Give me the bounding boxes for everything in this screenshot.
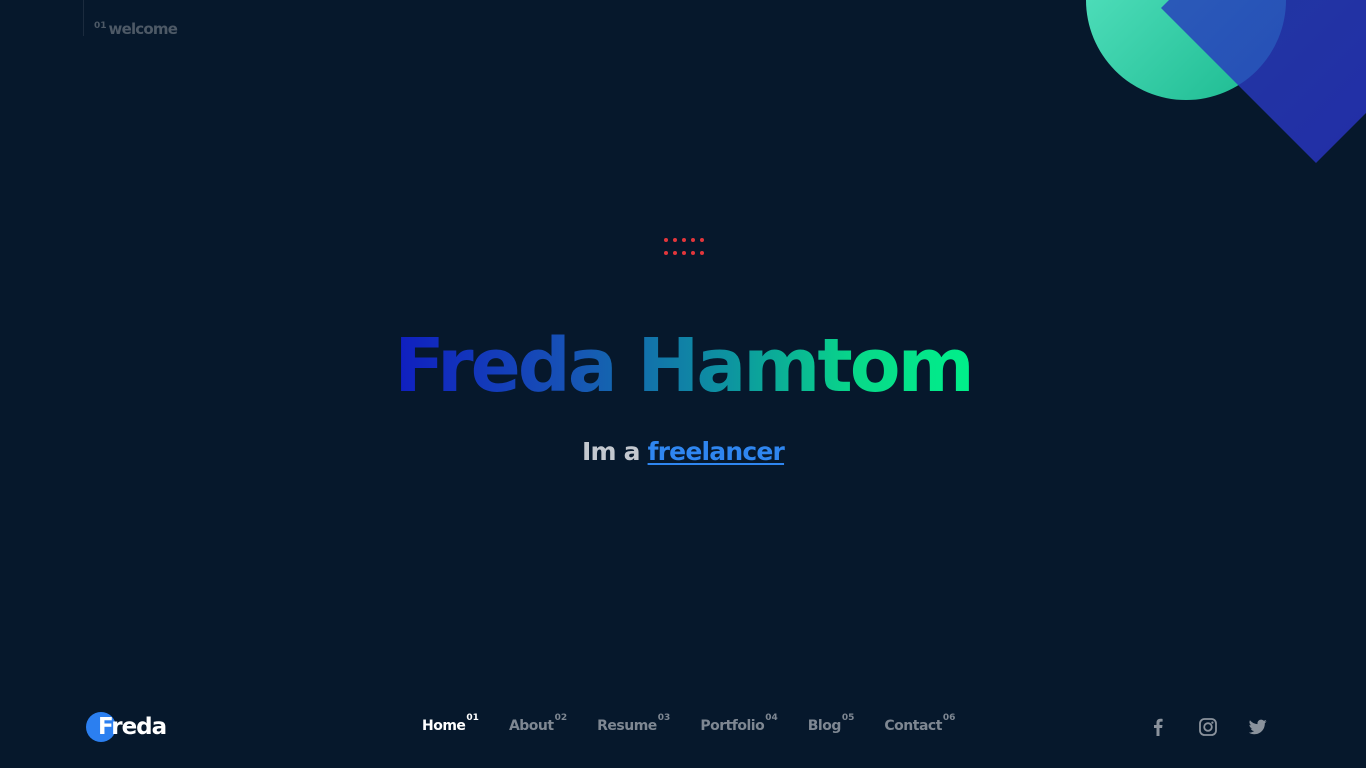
instagram-link[interactable] — [1194, 713, 1222, 741]
twitter-icon — [1249, 719, 1267, 735]
nav-item-portfolio[interactable]: Portfolio 04 — [700, 713, 778, 738]
logo-text: Freda — [98, 714, 167, 740]
hero-name: Freda Hamtom — [0, 320, 1366, 412]
nav-label: About — [508, 718, 554, 734]
nav-item-about[interactable]: About 02 — [508, 713, 568, 738]
nav-item-home[interactable]: Home 01 — [422, 713, 479, 738]
nav-label: Contact — [884, 718, 942, 734]
nav-label: Home — [422, 718, 466, 734]
nav-number: 04 — [765, 713, 778, 723]
logo[interactable]: Freda — [86, 711, 167, 743]
dots-decoration — [664, 238, 704, 255]
instagram-icon — [1199, 718, 1217, 736]
nav-number: 02 — [554, 713, 568, 723]
section-divider-line — [83, 0, 84, 36]
section-number: 01 — [94, 21, 107, 31]
decorative-shapes — [1086, 0, 1366, 163]
hero-name-text: Freda Hamtom — [394, 323, 974, 409]
section-label: 01 welcome — [94, 20, 178, 38]
nav-label: Blog — [807, 718, 842, 734]
welcome-page: 01welcome Freda Hamtom Im a freelancer — [0, 0, 1366, 768]
main-nav: Home 01 About 02 Resume 03 Portfolio 04 Blog… — [422, 713, 956, 738]
nav-number: 01 — [466, 713, 479, 723]
nav-item-blog[interactable]: Blog 05 — [807, 713, 855, 738]
section-title: welcome — [108, 20, 178, 38]
facebook-link[interactable] — [1144, 713, 1172, 741]
nav-item-contact[interactable]: Contact 06 — [884, 713, 956, 738]
nav-number: 05 — [841, 713, 855, 723]
facebook-icon — [1154, 718, 1163, 736]
nav-number: 06 — [942, 713, 956, 723]
nav-item-resume[interactable]: Resume 03 — [597, 713, 671, 738]
nav-label: Resume — [597, 718, 657, 734]
nav-label: Portfolio — [700, 718, 765, 734]
nav-number: 03 — [657, 713, 671, 723]
hero-subtitle: Im a freelancer — [0, 434, 1366, 470]
subtitle-prefix: Im a — [581, 437, 641, 466]
social-links — [1144, 713, 1272, 741]
twitter-link[interactable] — [1244, 713, 1272, 741]
subtitle-role-link[interactable]: freelancer — [648, 437, 785, 466]
